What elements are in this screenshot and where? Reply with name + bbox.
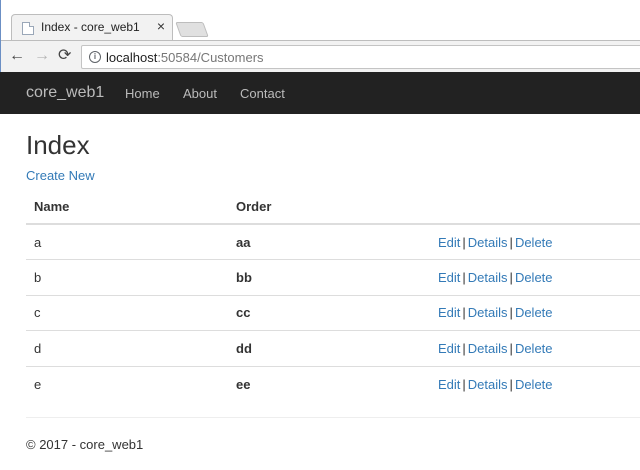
page-favicon-icon <box>22 22 34 35</box>
edit-link[interactable]: Edit <box>438 270 460 285</box>
url-path: :50584/Customers <box>157 50 264 65</box>
column-header-actions <box>430 189 640 225</box>
action-separator: | <box>509 305 513 321</box>
cell-actions: Edit | Details | Delete <box>430 330 640 367</box>
browser-toolbar: ← → ⟳ i localhost:50584/Customers <box>1 40 640 72</box>
nav-link-home[interactable]: Home <box>125 86 160 101</box>
new-tab-button[interactable] <box>175 22 209 37</box>
table-row: a aa Edit | Details | Delete <box>26 224 640 260</box>
footer-text: © 2017 - core_web1 <box>26 437 144 452</box>
delete-link[interactable]: Delete <box>515 377 553 392</box>
action-separator: | <box>462 340 466 356</box>
cell-actions: Edit | Details | Delete <box>430 295 640 331</box>
cell-order: bb <box>228 259 430 296</box>
cell-name: b <box>26 259 228 296</box>
action-separator: | <box>462 376 466 392</box>
back-icon[interactable]: ← <box>9 46 25 66</box>
edit-link[interactable]: Edit <box>438 235 460 250</box>
forward-icon[interactable]: → <box>34 46 50 66</box>
nav-link-about[interactable]: About <box>183 86 217 101</box>
edit-link[interactable]: Edit <box>438 377 460 392</box>
cell-actions: Edit | Details | Delete <box>430 366 640 402</box>
browser-tab[interactable]: Index - core_web1 × <box>11 14 173 41</box>
cell-name: e <box>34 376 42 392</box>
details-link[interactable]: Details <box>468 341 508 356</box>
navbar-brand[interactable]: core_web1 <box>26 84 104 102</box>
address-bar[interactable]: i localhost:50584/Customers <box>81 45 640 69</box>
action-separator: | <box>509 376 513 392</box>
cell-name: d <box>26 330 228 367</box>
table-header-row: Name Order <box>26 189 640 225</box>
reload-icon[interactable]: ⟳ <box>58 46 71 66</box>
nav-link-contact[interactable]: Contact <box>240 86 285 101</box>
cell-name: c <box>26 295 228 331</box>
edit-link[interactable]: Edit <box>438 341 460 356</box>
table-row: e ee Edit | Details | Delete <box>26 366 640 402</box>
action-separator: | <box>509 234 513 250</box>
cell-name: a <box>26 224 228 260</box>
edit-link[interactable]: Edit <box>438 305 460 320</box>
url-text[interactable]: localhost:50584/Customers <box>106 50 264 65</box>
column-header-name: Name <box>26 189 228 225</box>
table-row: d dd Edit | Details | Delete <box>26 330 640 367</box>
details-link[interactable]: Details <box>468 270 508 285</box>
tab-strip: Index - core_web1 × <box>1 0 640 41</box>
tab-title: Index - core_web1 <box>41 20 140 34</box>
action-separator: | <box>509 340 513 356</box>
delete-link[interactable]: Delete <box>515 235 553 250</box>
url-host: localhost <box>106 50 158 65</box>
column-header-order: Order <box>228 189 430 225</box>
details-link[interactable]: Details <box>468 305 508 320</box>
tab-close-icon[interactable]: × <box>157 18 165 34</box>
cell-order: ee <box>236 376 251 392</box>
cell-order: cc <box>228 295 430 331</box>
details-link[interactable]: Details <box>468 235 508 250</box>
details-link[interactable]: Details <box>468 377 508 392</box>
delete-link[interactable]: Delete <box>515 270 553 285</box>
cell-actions: Edit | Details | Delete <box>430 259 640 296</box>
site-navbar: core_web1 Home About Contact <box>0 72 640 114</box>
footer-divider <box>26 417 640 418</box>
cell-order: aa <box>228 224 430 260</box>
cell-order: dd <box>228 330 430 367</box>
table-row: b bb Edit | Details | Delete <box>26 259 640 296</box>
action-separator: | <box>462 234 466 250</box>
site-info-icon[interactable]: i <box>89 51 101 63</box>
delete-link[interactable]: Delete <box>515 341 553 356</box>
table-row: c cc Edit | Details | Delete <box>26 295 640 331</box>
cell-actions: Edit | Details | Delete <box>430 224 640 260</box>
action-separator: | <box>462 269 466 285</box>
customers-table: Name Order a aa Edit | Details | Delete b bb Edit… <box>26 189 640 402</box>
action-separator: | <box>509 269 513 285</box>
delete-link[interactable]: Delete <box>515 305 553 320</box>
browser-chrome: Index - core_web1 × ← → ⟳ i localhost:50… <box>0 0 640 72</box>
create-new-link[interactable]: Create New <box>26 168 95 183</box>
page-title: Index <box>26 130 90 160</box>
action-separator: | <box>462 305 466 321</box>
